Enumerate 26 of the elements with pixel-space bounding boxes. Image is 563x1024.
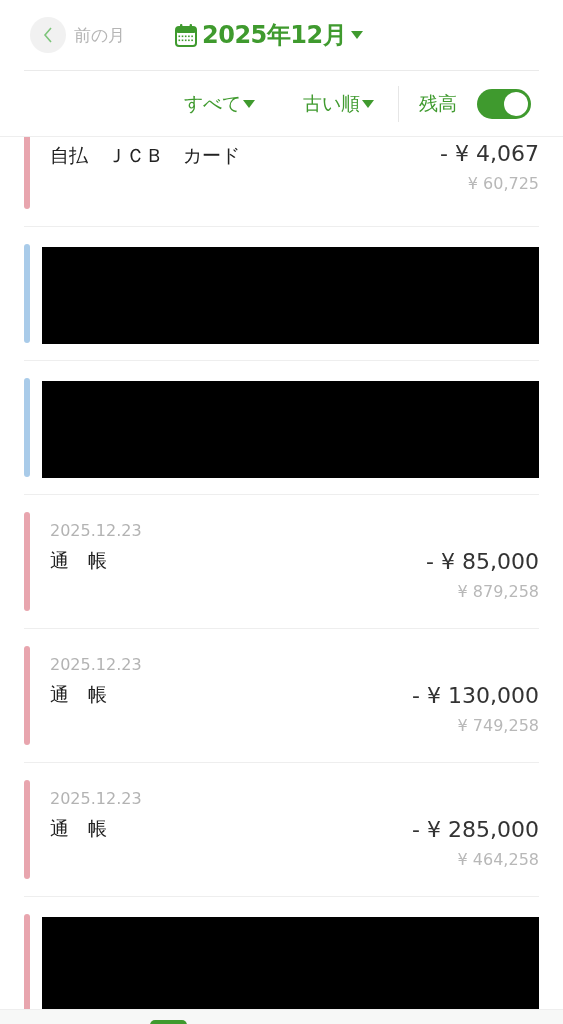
caret-icon — [243, 99, 255, 108]
running-balance: ¥ 60,725 — [467, 174, 539, 193]
calendar-icon — [175, 23, 197, 47]
caret-icon — [351, 31, 364, 39]
transaction-amount: - ¥ 85,000 — [426, 549, 539, 574]
running-balance: ¥ 464,258 — [457, 850, 539, 869]
transaction-title: 通 帳 — [50, 548, 108, 573]
balance-label: 残高 — [419, 90, 457, 116]
transaction-title: 自払 ＪＣＢ カード — [50, 143, 241, 168]
transaction-date: 2025.12.23 — [50, 655, 143, 674]
month-picker[interactable]: 2025年12月 — [175, 19, 364, 51]
transaction-title: 通 帳 — [50, 682, 108, 707]
balance-toggle[interactable] — [477, 88, 531, 119]
transaction-date: 2025.12.23 — [50, 521, 143, 540]
transaction-amount: - ¥ 4,067 — [440, 141, 539, 166]
transaction-date: 2025.12.23 — [50, 789, 143, 808]
back-icon — [43, 27, 53, 43]
filter-dropdown[interactable]: 古い順 — [303, 90, 374, 117]
transaction-amount: - ¥ 285,000 — [412, 817, 539, 842]
transaction-title: 通 帳 — [50, 816, 108, 841]
transaction-amount: - ¥ 130,000 — [412, 683, 539, 708]
filter-dropdown[interactable]: すべて — [184, 90, 255, 117]
running-balance: ¥ 749,258 — [457, 716, 539, 735]
running-balance: ¥ 879,258 — [457, 582, 539, 601]
caret-icon — [362, 99, 374, 108]
previous-month-button[interactable]: 前の月 — [30, 17, 125, 53]
